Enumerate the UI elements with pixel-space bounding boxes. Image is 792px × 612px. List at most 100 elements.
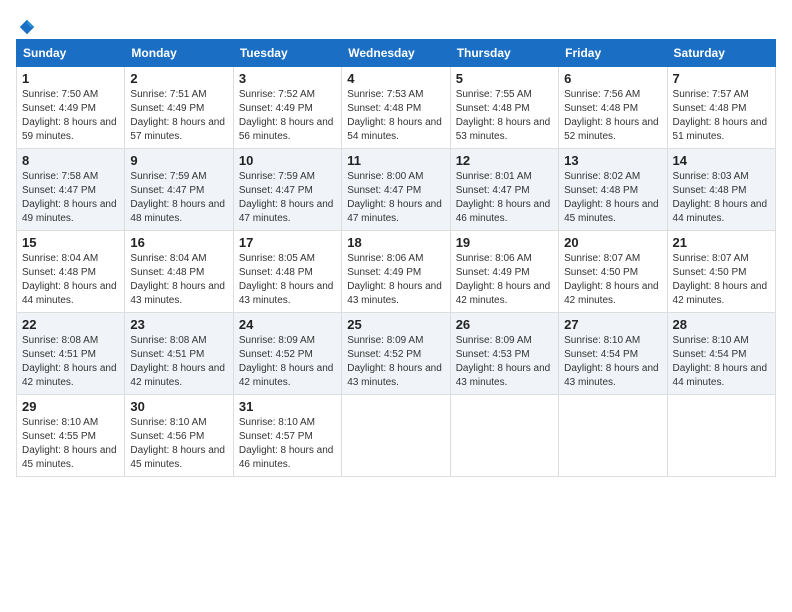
day-number: 18 xyxy=(347,235,444,250)
calendar-cell: 8Sunrise: 7:58 AMSunset: 4:47 PMDaylight… xyxy=(17,149,125,231)
day-number: 27 xyxy=(564,317,661,332)
weekday-header: Monday xyxy=(125,40,233,67)
day-number: 9 xyxy=(130,153,227,168)
logo-text xyxy=(16,16,36,37)
calendar-cell: 11 Sunrise: 8:00 AMSunset: 4:47 PMDayligh… xyxy=(342,149,450,231)
calendar-week-row: 1 Sunrise: 7:50 AMSunset: 4:49 PMDaylight… xyxy=(17,67,776,149)
calendar-cell xyxy=(559,395,667,477)
day-info: Sunrise: 8:04 AMSunset: 4:48 PMDaylight:… xyxy=(130,252,227,308)
day-info: Sunrise: 8:01 AMSunset: 4:47 PMDaylight:… xyxy=(456,170,553,226)
day-info: Sunrise: 7:59 AMSunset: 4:47 PMDaylight:… xyxy=(130,170,227,226)
calendar-cell: 30 Sunrise: 8:10 AMSunset: 4:56 PMDayligh… xyxy=(125,395,233,477)
calendar-cell: 19 Sunrise: 8:06 AMSunset: 4:49 PMDayligh… xyxy=(450,231,558,313)
calendar-cell xyxy=(667,395,775,477)
calendar-cell: 28 Sunrise: 8:10 AMSunset: 4:54 PMDayligh… xyxy=(667,313,775,395)
calendar-cell: 21Sunrise: 8:07 AMSunset: 4:50 PMDayligh… xyxy=(667,231,775,313)
day-info: Sunrise: 7:50 AMSunset: 4:49 PMDaylight:… xyxy=(22,88,119,144)
day-info: Sunrise: 8:03 AMSunset: 4:48 PMDaylight:… xyxy=(673,170,770,226)
day-number: 23 xyxy=(130,317,227,332)
calendar-cell: 7 Sunrise: 7:57 AMSunset: 4:48 PMDaylight… xyxy=(667,67,775,149)
calendar-cell: 15 Sunrise: 8:04 AMSunset: 4:48 PMDayligh… xyxy=(17,231,125,313)
day-info: Sunrise: 7:51 AMSunset: 4:49 PMDaylight:… xyxy=(130,88,227,144)
day-info: Sunrise: 8:09 AMSunset: 4:53 PMDaylight:… xyxy=(456,334,553,390)
day-info: Sunrise: 8:09 AMSunset: 4:52 PMDaylight:… xyxy=(239,334,336,390)
calendar-table: SundayMondayTuesdayWednesdayThursdayFrid… xyxy=(16,39,776,477)
calendar-cell: 4Sunrise: 7:53 AMSunset: 4:48 PMDaylight… xyxy=(342,67,450,149)
day-info: Sunrise: 8:10 AMSunset: 4:57 PMDaylight:… xyxy=(239,416,336,472)
day-number: 11 xyxy=(347,153,444,168)
day-info: Sunrise: 8:06 AMSunset: 4:49 PMDaylight:… xyxy=(456,252,553,308)
day-number: 1 xyxy=(22,71,119,86)
day-info: Sunrise: 8:05 AMSunset: 4:48 PMDaylight:… xyxy=(239,252,336,308)
day-info: Sunrise: 8:04 AMSunset: 4:48 PMDaylight:… xyxy=(22,252,119,308)
day-info: Sunrise: 8:10 AMSunset: 4:56 PMDaylight:… xyxy=(130,416,227,472)
calendar-week-row: 15 Sunrise: 8:04 AMSunset: 4:48 PMDayligh… xyxy=(17,231,776,313)
calendar-cell: 14 Sunrise: 8:03 AMSunset: 4:48 PMDayligh… xyxy=(667,149,775,231)
page: SundayMondayTuesdayWednesdayThursdayFrid… xyxy=(0,0,792,489)
header xyxy=(16,16,776,33)
day-number: 10 xyxy=(239,153,336,168)
day-info: Sunrise: 8:07 AMSunset: 4:50 PMDaylight:… xyxy=(673,252,770,308)
day-info: Sunrise: 7:56 AMSunset: 4:48 PMDaylight:… xyxy=(564,88,661,144)
day-number: 14 xyxy=(673,153,770,168)
weekday-header: Thursday xyxy=(450,40,558,67)
day-number: 31 xyxy=(239,399,336,414)
day-info: Sunrise: 8:00 AMSunset: 4:47 PMDaylight:… xyxy=(347,170,444,226)
calendar-cell: 26 Sunrise: 8:09 AMSunset: 4:53 PMDayligh… xyxy=(450,313,558,395)
calendar-cell: 27Sunrise: 8:10 AMSunset: 4:54 PMDayligh… xyxy=(559,313,667,395)
day-number: 22 xyxy=(22,317,119,332)
calendar-cell: 12Sunrise: 8:01 AMSunset: 4:47 PMDayligh… xyxy=(450,149,558,231)
calendar-cell xyxy=(342,395,450,477)
calendar-cell: 24 Sunrise: 8:09 AMSunset: 4:52 PMDayligh… xyxy=(233,313,341,395)
calendar-week-row: 29 Sunrise: 8:10 AMSunset: 4:55 PMDayligh… xyxy=(17,395,776,477)
day-info: Sunrise: 8:10 AMSunset: 4:54 PMDaylight:… xyxy=(673,334,770,390)
day-number: 7 xyxy=(673,71,770,86)
calendar-cell: 3 Sunrise: 7:52 AMSunset: 4:49 PMDaylight… xyxy=(233,67,341,149)
weekday-header: Wednesday xyxy=(342,40,450,67)
weekday-header: Tuesday xyxy=(233,40,341,67)
day-number: 24 xyxy=(239,317,336,332)
day-number: 25 xyxy=(347,317,444,332)
calendar-cell: 31 Sunrise: 8:10 AMSunset: 4:57 PMDayligh… xyxy=(233,395,341,477)
day-info: Sunrise: 8:08 AMSunset: 4:51 PMDaylight:… xyxy=(22,334,119,390)
day-number: 20 xyxy=(564,235,661,250)
calendar-cell: 16 Sunrise: 8:04 AMSunset: 4:48 PMDayligh… xyxy=(125,231,233,313)
logo xyxy=(16,16,36,33)
calendar-cell: 13 Sunrise: 8:02 AMSunset: 4:48 PMDayligh… xyxy=(559,149,667,231)
day-number: 26 xyxy=(456,317,553,332)
calendar-cell: 25Sunrise: 8:09 AMSunset: 4:52 PMDayligh… xyxy=(342,313,450,395)
weekday-header: Saturday xyxy=(667,40,775,67)
day-number: 2 xyxy=(130,71,227,86)
day-number: 16 xyxy=(130,235,227,250)
day-number: 3 xyxy=(239,71,336,86)
day-info: Sunrise: 8:07 AMSunset: 4:50 PMDaylight:… xyxy=(564,252,661,308)
day-info: Sunrise: 8:10 AMSunset: 4:55 PMDaylight:… xyxy=(22,416,119,472)
day-number: 17 xyxy=(239,235,336,250)
calendar-week-row: 8Sunrise: 7:58 AMSunset: 4:47 PMDaylight… xyxy=(17,149,776,231)
day-info: Sunrise: 8:02 AMSunset: 4:48 PMDaylight:… xyxy=(564,170,661,226)
day-number: 6 xyxy=(564,71,661,86)
day-info: Sunrise: 7:52 AMSunset: 4:49 PMDaylight:… xyxy=(239,88,336,144)
calendar-cell: 17 Sunrise: 8:05 AMSunset: 4:48 PMDayligh… xyxy=(233,231,341,313)
day-info: Sunrise: 7:57 AMSunset: 4:48 PMDaylight:… xyxy=(673,88,770,144)
logo-icon xyxy=(18,18,36,36)
day-number: 5 xyxy=(456,71,553,86)
calendar-cell: 2 Sunrise: 7:51 AMSunset: 4:49 PMDaylight… xyxy=(125,67,233,149)
calendar-cell: 29 Sunrise: 8:10 AMSunset: 4:55 PMDayligh… xyxy=(17,395,125,477)
day-info: Sunrise: 7:53 AMSunset: 4:48 PMDaylight:… xyxy=(347,88,444,144)
weekday-header: Sunday xyxy=(17,40,125,67)
calendar-cell: 5 Sunrise: 7:55 AMSunset: 4:48 PMDaylight… xyxy=(450,67,558,149)
day-number: 15 xyxy=(22,235,119,250)
calendar-cell: 9 Sunrise: 7:59 AMSunset: 4:47 PMDaylight… xyxy=(125,149,233,231)
day-number: 30 xyxy=(130,399,227,414)
day-info: Sunrise: 7:59 AMSunset: 4:47 PMDaylight:… xyxy=(239,170,336,226)
calendar-cell: 1 Sunrise: 7:50 AMSunset: 4:49 PMDaylight… xyxy=(17,67,125,149)
calendar-cell: 10 Sunrise: 7:59 AMSunset: 4:47 PMDayligh… xyxy=(233,149,341,231)
day-info: Sunrise: 7:55 AMSunset: 4:48 PMDaylight:… xyxy=(456,88,553,144)
day-number: 29 xyxy=(22,399,119,414)
day-number: 28 xyxy=(673,317,770,332)
day-number: 13 xyxy=(564,153,661,168)
calendar-week-row: 22 Sunrise: 8:08 AMSunset: 4:51 PMDayligh… xyxy=(17,313,776,395)
calendar-cell xyxy=(450,395,558,477)
day-number: 19 xyxy=(456,235,553,250)
